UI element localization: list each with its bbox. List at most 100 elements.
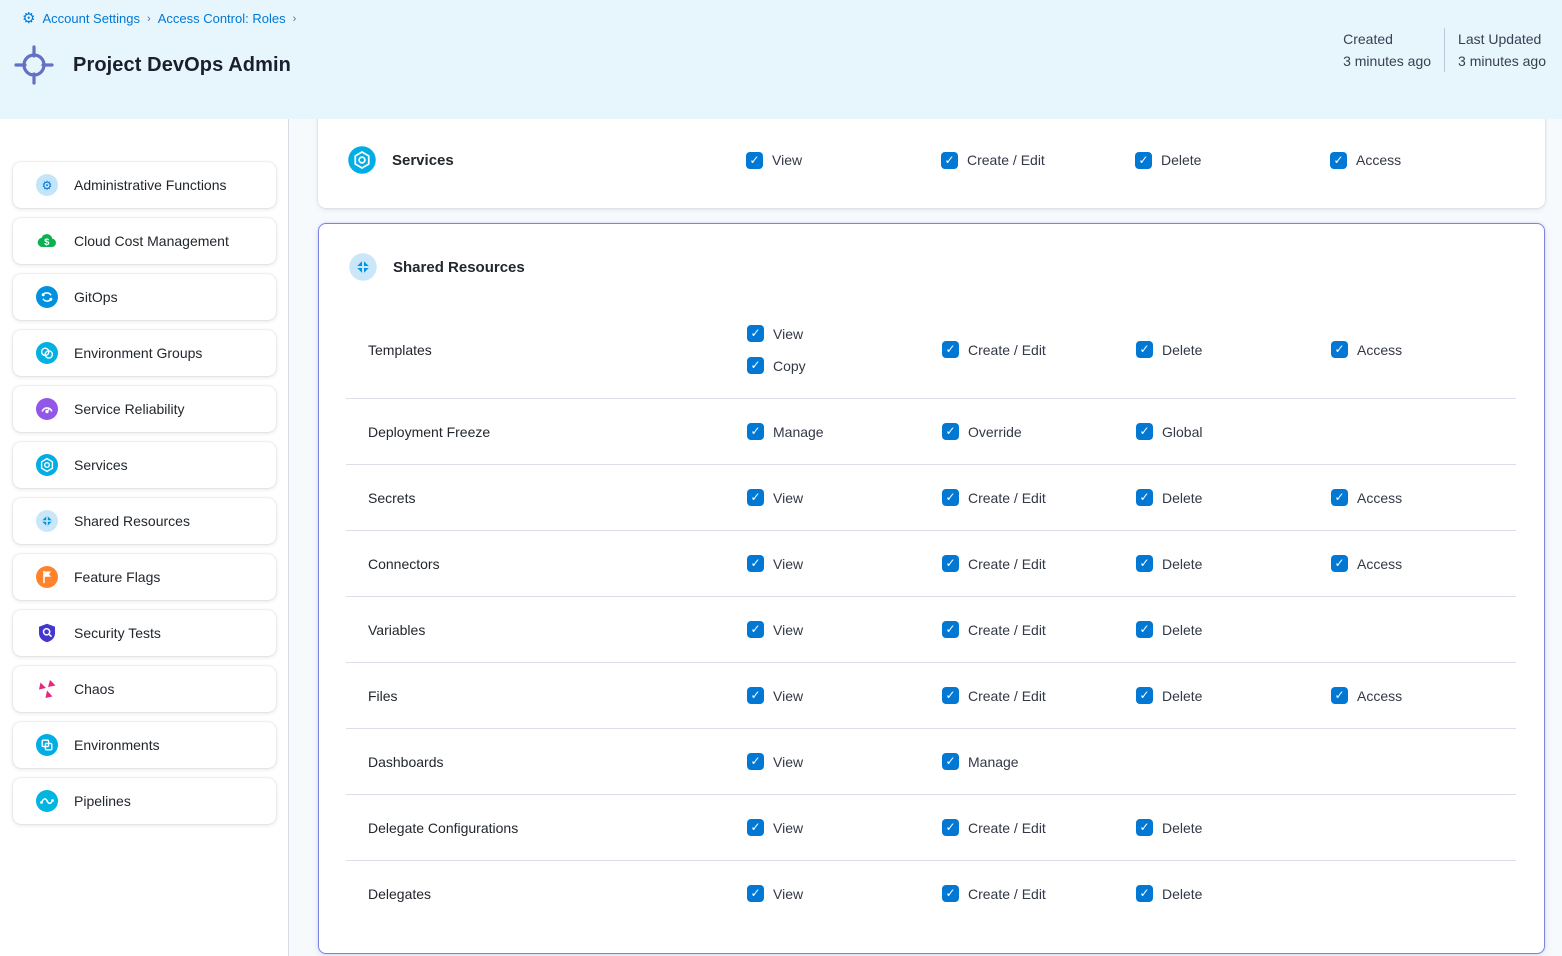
checkbox-create-edit[interactable]: ✓Create / Edit — [942, 489, 1136, 506]
checkbox-label: Delete — [1162, 886, 1202, 902]
permission-cell: ✓View — [747, 489, 942, 506]
checkbox-create-edit[interactable]: ✓Create / Edit — [941, 152, 1135, 169]
breadcrumb-link-access-control-roles[interactable]: Access Control: Roles — [158, 11, 286, 26]
checkbox-access[interactable]: ✓Access — [1330, 152, 1545, 169]
resource-label: Delegates — [319, 886, 747, 902]
checkbox-access[interactable]: ✓Access — [1331, 555, 1544, 572]
checkbox-checked-icon: ✓ — [1136, 555, 1153, 572]
services-section-icon — [347, 145, 377, 175]
checkbox-checked-icon: ✓ — [747, 753, 764, 770]
checkbox-delete[interactable]: ✓ Delete — [1136, 885, 1331, 902]
checkbox-label: Access — [1357, 342, 1402, 358]
permission-cell: ✓Delete — [1136, 341, 1331, 358]
checkbox-delete[interactable]: ✓Delete — [1136, 489, 1331, 506]
resource-row-delegate-configurations: Delegate Configurations✓View✓Create / Ed… — [319, 795, 1544, 860]
shared-resources-section-title: Shared Resources — [393, 259, 525, 276]
checkbox-label: Copy — [773, 358, 806, 374]
resource-row-secrets: Secrets✓View✓Create / Edit✓Delete✓Access — [319, 465, 1544, 530]
permission-cell: ✓ Create / Edit — [942, 621, 1136, 638]
checkbox-create-edit[interactable]: ✓ Create / Edit — [942, 621, 1136, 638]
sidebar-item-administrative-functions[interactable]: ⚙Administrative Functions — [13, 162, 276, 208]
sidebar-item-pipelines[interactable]: Pipelines — [13, 778, 276, 824]
checkbox-delete[interactable]: ✓Delete — [1136, 687, 1331, 704]
resource-label: Delegate Configurations — [319, 820, 747, 836]
header-meta: Created 3 minutes ago Last Updated 3 min… — [1343, 28, 1546, 72]
meta-divider — [1444, 28, 1445, 72]
sidebar-item-chaos[interactable]: Chaos — [13, 666, 276, 712]
checkbox-delete[interactable]: ✓Delete — [1136, 819, 1331, 836]
checkbox-view[interactable]: ✓View — [747, 819, 942, 836]
permission-cell: ✓Delete — [1136, 687, 1331, 704]
permission-cell: ✓Create / Edit — [942, 819, 1136, 836]
checkbox-create-edit[interactable]: ✓Create / Edit — [942, 341, 1136, 358]
permission-cell: ✓Access — [1331, 489, 1544, 506]
checkbox-global[interactable]: ✓Global — [1136, 423, 1331, 440]
permission-cell: ✓Global — [1136, 423, 1331, 440]
checkbox-view[interactable]: ✓View — [747, 325, 942, 342]
sidebar-item-feature-flags[interactable]: Feature Flags — [13, 554, 276, 600]
checkbox-checked-icon: ✓ — [942, 819, 959, 836]
sidebar-item-environments[interactable]: Environments — [13, 722, 276, 768]
checkbox-label: Create / Edit — [968, 622, 1046, 638]
resource-label: Templates — [319, 342, 747, 358]
permission-cell: ✓Access — [1330, 152, 1545, 169]
permission-cell: ✓Create / Edit — [942, 687, 1136, 704]
resource-sidebar: ⚙Administrative Functions $Cloud Cost Man… — [0, 119, 289, 956]
checkbox-checked-icon: ✓ — [1330, 152, 1347, 169]
checkbox-create-edit[interactable]: ✓Create / Edit — [942, 555, 1136, 572]
sidebar-item-security-tests[interactable]: Security Tests — [13, 610, 276, 656]
checkbox-checked-icon: ✓ — [1136, 423, 1153, 440]
permission-cell: ✓View — [746, 152, 941, 169]
permission-cell: ✓Create / Edit — [942, 489, 1136, 506]
sidebar-item-shared-resources[interactable]: Shared Resources — [13, 498, 276, 544]
checkbox-label: Manage — [773, 424, 824, 440]
breadcrumb-chevron-icon: › — [293, 13, 297, 25]
sidebar-item-services[interactable]: Services — [13, 442, 276, 488]
page-body: ⚙Administrative Functions $Cloud Cost Man… — [0, 119, 1562, 956]
checkbox-view[interactable]: ✓View — [747, 687, 942, 704]
checkbox-view[interactable]: ✓View — [747, 489, 942, 506]
sidebar-item-label: Environment Groups — [74, 345, 202, 361]
checkbox-access[interactable]: ✓Access — [1331, 489, 1544, 506]
checkbox-checked-icon: ✓ — [746, 152, 763, 169]
sidebar-item-gitops[interactable]: GitOps — [13, 274, 276, 320]
sidebar-item-cloud-cost-management[interactable]: $Cloud Cost Management — [13, 218, 276, 264]
checkbox-checked-icon: ✓ — [1331, 687, 1348, 704]
checkbox-manage[interactable]: ✓Manage — [942, 753, 1136, 770]
breadcrumb-link-account-settings[interactable]: Account Settings — [42, 11, 140, 26]
checkbox-label: Create / Edit — [968, 886, 1046, 902]
checkbox-delete[interactable]: ✓Delete — [1136, 555, 1331, 572]
feature-flags-icon — [35, 565, 59, 589]
checkbox-view[interactable]: ✓View — [747, 621, 942, 638]
permission-cell: ✓Delete — [1135, 152, 1330, 169]
checkbox-access[interactable]: ✓Access — [1331, 341, 1544, 358]
sidebar-item-service-reliability[interactable]: Service Reliability — [13, 386, 276, 432]
sidebar-item-label: Shared Resources — [74, 513, 190, 529]
checkbox-checked-icon: ✓ — [1136, 885, 1153, 902]
checkbox-override[interactable]: ✓Override — [942, 423, 1136, 440]
services-section-header: Services — [318, 145, 746, 175]
checkbox-delete[interactable]: ✓Delete — [1136, 341, 1331, 358]
checkbox-label: View — [773, 490, 803, 506]
checkbox-access[interactable]: ✓Access — [1331, 687, 1544, 704]
checkbox-view[interactable]: ✓View — [747, 885, 942, 902]
checkbox-create-edit[interactable]: ✓Create / Edit — [942, 885, 1136, 902]
checkbox-view[interactable]: ✓View — [747, 753, 942, 770]
checkbox-create-edit[interactable]: ✓Create / Edit — [942, 687, 1136, 704]
checkbox-view[interactable]: ✓View — [747, 555, 942, 572]
chaos-icon — [35, 677, 59, 701]
sidebar-item-environment-groups[interactable]: Environment Groups — [13, 330, 276, 376]
checkbox-delete[interactable]: ✓Delete — [1136, 621, 1331, 638]
sidebar-item-label: Pipelines — [74, 793, 131, 809]
sidebar-item-label: GitOps — [74, 289, 118, 305]
permission-cell: ✓Delete — [1136, 489, 1331, 506]
sidebar-item-label: Service Reliability — [74, 401, 184, 417]
checkbox-manage[interactable]: ✓Manage — [747, 423, 942, 440]
checkbox-checked-icon: ✓ — [942, 621, 959, 638]
checkbox-delete[interactable]: ✓Delete — [1135, 152, 1330, 169]
checkbox-view[interactable]: ✓View — [746, 152, 941, 169]
checkbox-create-edit[interactable]: ✓Create / Edit — [942, 819, 1136, 836]
svg-text:⚙: ⚙ — [42, 179, 53, 193]
permission-cell: ✓View ✓Copy — [747, 325, 942, 374]
checkbox-copy[interactable]: ✓Copy — [747, 357, 942, 374]
